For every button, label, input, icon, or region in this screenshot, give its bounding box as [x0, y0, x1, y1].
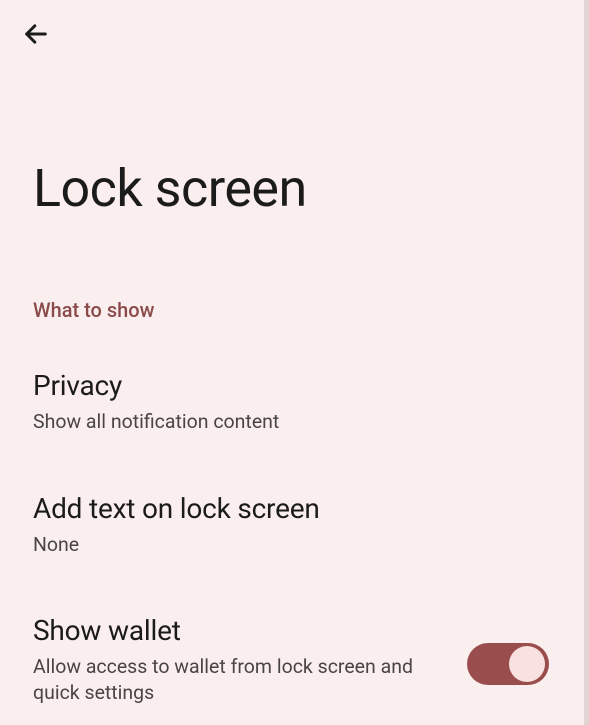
scrollbar[interactable] — [584, 0, 589, 725]
setting-title: Privacy — [33, 368, 549, 403]
setting-add-text[interactable]: Add text on lock screen None — [33, 491, 549, 558]
back-button[interactable] — [20, 18, 52, 50]
setting-description: Allow access to wallet from lock screen … — [33, 654, 447, 707]
setting-title: Add text on lock screen — [33, 491, 549, 526]
setting-show-wallet: Show wallet Allow access to wallet from … — [33, 613, 549, 707]
setting-description: Show all notification content — [33, 409, 549, 435]
arrow-left-icon — [22, 20, 50, 48]
section-header-what-to-show: What to show — [33, 298, 154, 322]
setting-title: Show wallet — [33, 613, 447, 648]
setting-privacy[interactable]: Privacy Show all notification content — [33, 368, 549, 435]
show-wallet-toggle[interactable] — [467, 643, 549, 685]
toggle-thumb — [509, 646, 545, 682]
setting-description: None — [33, 532, 549, 558]
page-title: Lock screen — [33, 158, 307, 219]
